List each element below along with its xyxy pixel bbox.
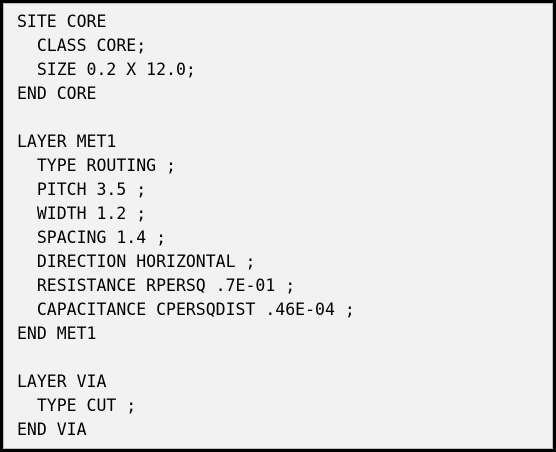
code-line: CLASS CORE; <box>17 36 147 55</box>
code-listing-frame: SITE CORE CLASS CORE; SIZE 0.2 X 12.0; E… <box>0 0 556 452</box>
code-line: TYPE ROUTING ; <box>17 156 176 175</box>
code-line: SIZE 0.2 X 12.0; <box>17 60 196 79</box>
code-line: SITE CORE <box>17 12 107 31</box>
code-line: WIDTH 1.2 ; <box>17 204 147 223</box>
code-line: SPACING 1.4 ; <box>17 228 167 247</box>
code-line: END CORE <box>17 84 97 103</box>
code-line: TYPE CUT ; <box>17 396 137 415</box>
code-line: RESISTANCE RPERSQ .7E-01 ; <box>17 276 296 295</box>
code-line: DIRECTION HORIZONTAL ; <box>17 252 256 271</box>
code-line: LAYER MET1 <box>17 132 117 151</box>
code-listing: SITE CORE CLASS CORE; SIZE 0.2 X 12.0; E… <box>17 10 355 442</box>
code-line: CAPACITANCE CPERSQDIST .46E-04 ; <box>17 300 355 319</box>
code-line: END MET1 <box>17 324 97 343</box>
code-line: LAYER VIA <box>17 372 107 391</box>
code-line: PITCH 3.5 ; <box>17 180 147 199</box>
code-line: END VIA <box>17 420 87 439</box>
